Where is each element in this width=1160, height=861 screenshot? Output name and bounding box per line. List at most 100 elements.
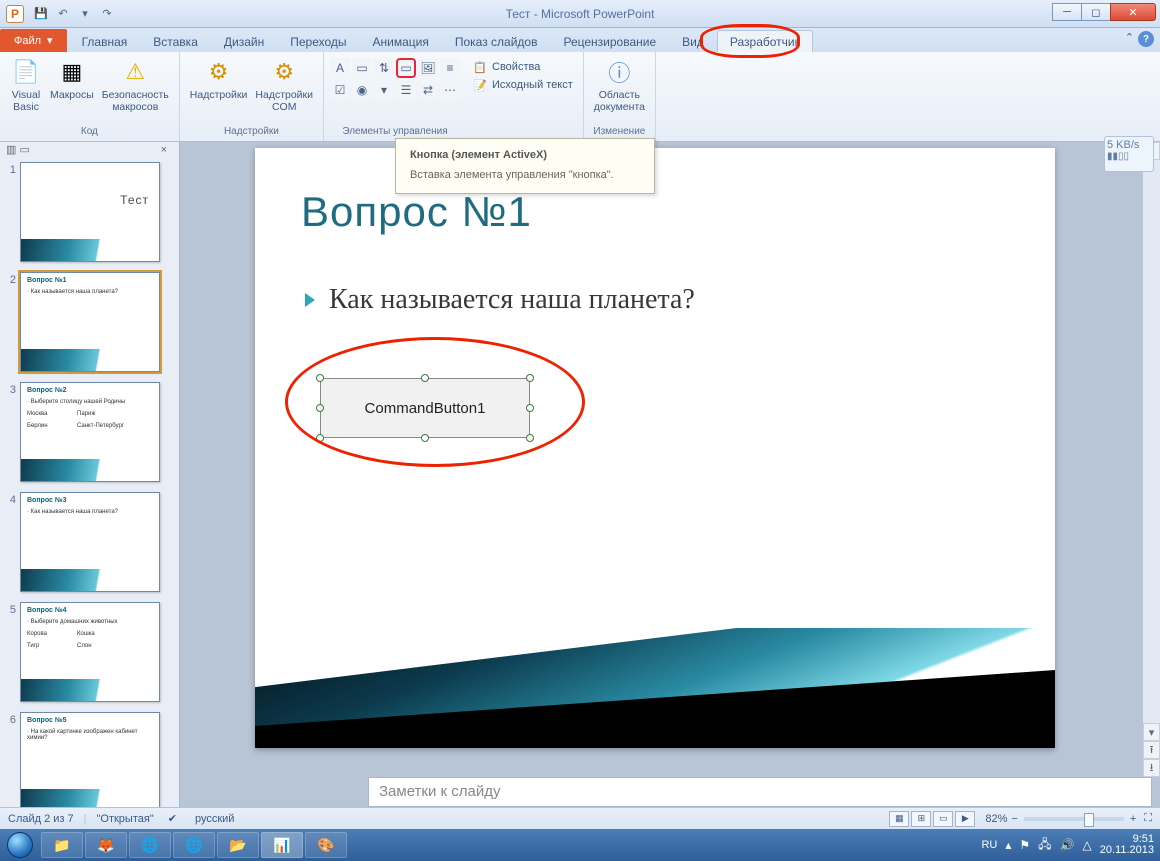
thumb-number: 1 (2, 162, 20, 176)
tray-clock[interactable]: 9:51 20.11.2013 (1100, 834, 1154, 856)
tab-file[interactable]: Файл ▾ (0, 29, 67, 52)
group-controls: A ▭ ⇅ ▭ 🖼 ≡ ☑ ◉ ▾ ☰ ⇄ ⋯ Элементы управле… (324, 52, 584, 141)
fit-to-window-icon[interactable]: ⛶ (1144, 812, 1152, 825)
qat-dropdown-icon[interactable]: ▾ (74, 3, 96, 25)
notes-pane[interactable]: Заметки к слайду (368, 777, 1152, 807)
selection-handle[interactable] (316, 404, 324, 412)
qat-save-icon[interactable]: 💾 (30, 3, 52, 25)
slide-thumbnail[interactable]: Вопрос №2· Выберите столицу нашей Родины… (20, 382, 160, 482)
status-bar: Слайд 2 из 7 | "Открытая" ✔ русский ▦ ⊞ … (0, 807, 1160, 829)
task-powerpoint-icon[interactable]: 📊 (261, 832, 303, 858)
prev-slide-icon[interactable]: ⭱ (1143, 741, 1160, 759)
start-button[interactable] (0, 829, 40, 861)
ctl-checkbox-icon[interactable]: ☑ (330, 80, 350, 100)
vertical-scrollbar[interactable]: ▴ ▾ ⭱ ⭳ (1142, 142, 1160, 777)
ribbon-minimize-icon[interactable]: ⌃ (1125, 31, 1134, 47)
zoom-in-icon[interactable]: + (1130, 813, 1136, 825)
thumb-number: 4 (2, 492, 20, 506)
tray-flag-icon[interactable]: ⚑ (1019, 838, 1030, 852)
status-spellcheck-icon[interactable]: ✔ (168, 812, 177, 825)
tab-insert[interactable]: Вставка (140, 30, 211, 52)
ctl-listbox-icon[interactable]: ☰ (396, 80, 416, 100)
tray-volume-icon[interactable]: 🔊 (1060, 838, 1075, 852)
slide-thumbnail[interactable]: Вопрос №4· Выберите домашних животныхКор… (20, 602, 160, 702)
workspace: ▥ ▭ × 1Тест2Вопрос №1· Как называется на… (0, 142, 1160, 807)
tray-network-icon[interactable]: 🖧 (1038, 835, 1051, 856)
ctl-spin-icon[interactable]: ⇅ (374, 58, 394, 78)
addins-button[interactable]: ⚙Надстройки (186, 54, 252, 115)
ctl-scrollbar-icon[interactable]: ≡ (440, 58, 460, 78)
task-chrome-icon[interactable]: 🌐 (173, 832, 215, 858)
view-normal-icon[interactable]: ▦ (889, 811, 909, 827)
slide-title[interactable]: Вопрос №1 (301, 188, 532, 236)
selection-handle[interactable] (421, 434, 429, 442)
network-widget[interactable]: 5 KB/s ▮▮▯▯ (1104, 136, 1154, 172)
ctl-more-icon[interactable]: ⋯ (440, 80, 460, 100)
ctl-label-icon[interactable]: A (330, 58, 350, 78)
tab-home[interactable]: Главная (69, 30, 141, 52)
next-slide-icon[interactable]: ⭳ (1143, 759, 1160, 777)
selection-handle[interactable] (316, 374, 324, 382)
tab-transitions[interactable]: Переходы (277, 30, 359, 52)
selection-handle[interactable] (526, 404, 534, 412)
selection-handle[interactable] (316, 434, 324, 442)
zoom-out-icon[interactable]: − (1011, 813, 1017, 825)
ctl-commandbutton-icon[interactable]: ▭ (396, 58, 416, 78)
properties-button[interactable]: 📋Свойства (468, 58, 577, 76)
slide-canvas-wrap: Вопрос №1 Как называется наша планета? C… (180, 142, 1160, 807)
ctl-textbox-icon[interactable]: ▭ (352, 58, 372, 78)
task-chrome-icon-2[interactable]: 🌐 (129, 832, 171, 858)
status-language[interactable]: русский (195, 813, 234, 825)
visual-basic-button[interactable]: 📄Visual Basic (6, 54, 46, 115)
thumbnails-close-icon[interactable]: × (161, 144, 167, 156)
minimize-button[interactable]: ─ (1052, 3, 1082, 21)
task-firefox-icon[interactable]: 🦊 (85, 832, 127, 858)
scroll-down-icon[interactable]: ▾ (1143, 723, 1160, 741)
tray-up-icon[interactable]: ▴ (1005, 838, 1011, 852)
qat-redo-icon[interactable]: ↷ (96, 3, 118, 25)
tray-lang[interactable]: RU (981, 839, 997, 851)
thumbnails-pane[interactable]: ▥ ▭ × 1Тест2Вопрос №1· Как называется на… (0, 142, 180, 807)
qat-undo-icon[interactable]: ↶ (52, 3, 74, 25)
view-sorter-icon[interactable]: ⊞ (911, 811, 931, 827)
network-bars-icon: ▮▮▯▯ (1107, 151, 1151, 162)
help-icon[interactable]: ? (1138, 31, 1154, 47)
selection-handle[interactable] (526, 374, 534, 382)
ctl-option-icon[interactable]: ◉ (352, 80, 372, 100)
ctl-image-icon[interactable]: 🖼 (418, 58, 438, 78)
ctl-toggle-icon[interactable]: ⇄ (418, 80, 438, 100)
view-reading-icon[interactable]: ▭ (933, 811, 953, 827)
tab-view[interactable]: Вид (669, 30, 717, 52)
task-explorer-icon[interactable]: 📁 (41, 832, 83, 858)
thumbnails-tab-icon[interactable]: ▥ ▭ (0, 143, 30, 156)
slide-thumbnail[interactable]: Вопрос №1· Как называется наша планета? (20, 272, 160, 372)
tab-animation[interactable]: Анимация (360, 30, 442, 52)
slide-canvas[interactable]: Вопрос №1 Как называется наша планета? C… (255, 148, 1055, 748)
slide-thumbnail[interactable]: Тест (20, 162, 160, 262)
maximize-button[interactable]: ◻ (1081, 3, 1111, 21)
tray-sync-icon[interactable]: △ (1083, 838, 1092, 852)
selection-handle[interactable] (526, 434, 534, 442)
view-slideshow-icon[interactable]: ▶ (955, 811, 975, 827)
task-paint-icon[interactable]: 🎨 (305, 832, 347, 858)
slide-thumbnail[interactable]: Вопрос №3· Как называется наша планета? (20, 492, 160, 592)
tab-review[interactable]: Рецензирование (550, 30, 669, 52)
slide-thumbnail[interactable]: Вопрос №5· На какой картинке изображен к… (20, 712, 160, 807)
macros-button[interactable]: ▦Макросы (46, 54, 98, 115)
macro-security-button[interactable]: ⚠Безопасность макросов (98, 54, 173, 115)
tab-developer[interactable]: Разработчик (717, 30, 813, 52)
zoom-slider[interactable] (1024, 817, 1124, 821)
com-addins-button[interactable]: ⚙Надстройки COM (251, 54, 317, 115)
close-button[interactable]: ✕ (1110, 3, 1156, 21)
slide-bullet-text[interactable]: Как называется наша планета? (329, 284, 695, 316)
selection-handle[interactable] (421, 374, 429, 382)
tab-design[interactable]: Дизайн (211, 30, 277, 52)
command-button-control[interactable]: CommandButton1 (320, 378, 530, 438)
task-folder-icon[interactable]: 📂 (217, 832, 259, 858)
view-code-button[interactable]: 📝Исходный текст (468, 76, 577, 94)
system-tray: RU ▴ ⚑ 🖧 🔊 △ 9:51 20.11.2013 (981, 834, 1160, 856)
ctl-combobox-icon[interactable]: ▾ (374, 80, 394, 100)
tab-slideshow[interactable]: Показ слайдов (442, 30, 551, 52)
tooltip: Кнопка (элемент ActiveX) Вставка элемент… (395, 138, 655, 194)
document-panel-button[interactable]: ⓘОбласть документа (590, 54, 649, 115)
